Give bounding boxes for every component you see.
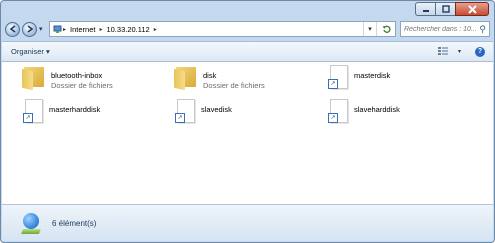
minimize-button[interactable]	[415, 2, 435, 16]
search-box[interactable]: ⚲	[400, 21, 490, 37]
view-dropdown[interactable]: ▾	[458, 48, 461, 55]
forward-button[interactable]	[22, 21, 37, 37]
breadcrumb-separator[interactable]: ▸	[99, 26, 102, 33]
shortcut-icon: ↗	[327, 65, 349, 91]
address-bar[interactable]: ▸ Internet ▸ 10.33.20.112 ▸ ▾	[49, 21, 396, 37]
folder-icon	[174, 65, 198, 91]
search-icon[interactable]: ⚲	[479, 24, 486, 35]
list-item[interactable]: bluetooth-inbox Dossier de fichiers	[22, 65, 113, 91]
back-arrow-icon	[9, 25, 15, 33]
folder-icon	[22, 65, 46, 91]
breadcrumb-separator[interactable]: ▸	[154, 26, 157, 33]
item-name: masterharddisk	[49, 105, 101, 114]
command-bar: Organiser ▾ ▾ ?	[2, 41, 493, 62]
explorer-window: ▾ ▸ Internet ▸ 10.33.20.112 ▸ ▾ ⚲ Organi…	[0, 0, 495, 243]
network-icon	[53, 25, 62, 33]
status-bar: 6 élément(s)	[2, 204, 493, 241]
breadcrumb-separator[interactable]: ▸	[63, 26, 66, 33]
maximize-icon	[441, 5, 450, 13]
list-item[interactable]: disk Dossier de fichiers	[174, 65, 265, 91]
recent-pages-dropdown[interactable]: ▾	[39, 25, 46, 33]
minimize-icon	[422, 10, 429, 12]
close-button[interactable]	[455, 2, 489, 16]
forward-arrow-icon	[27, 25, 33, 33]
breadcrumb-host[interactable]: 10.33.20.112	[106, 25, 149, 34]
item-name: slaveharddisk	[354, 105, 400, 114]
shortcut-icon: ↗	[174, 99, 196, 125]
view-options-icon	[437, 46, 448, 55]
help-icon: ?	[477, 48, 483, 55]
list-item[interactable]: ↗ masterdisk	[327, 65, 390, 91]
shortcut-icon: ↗	[327, 99, 349, 125]
maximize-button[interactable]	[435, 2, 455, 16]
list-item[interactable]: ↗ slaveharddisk	[327, 99, 400, 125]
item-name: disk	[203, 71, 217, 80]
refresh-icon	[382, 25, 391, 33]
list-item[interactable]: ↗ masterharddisk	[22, 99, 100, 125]
change-view-button[interactable]	[437, 46, 448, 57]
item-name: slavedisk	[201, 105, 232, 114]
help-button[interactable]: ?	[475, 46, 485, 57]
caption-buttons	[415, 2, 489, 16]
item-name: masterdisk	[354, 71, 391, 80]
shortcut-icon: ↗	[22, 99, 44, 125]
item-name: bluetooth-inbox	[51, 71, 103, 80]
back-button[interactable]	[5, 21, 20, 37]
search-input[interactable]	[404, 25, 480, 33]
item-type: Dossier de fichiers	[51, 81, 113, 90]
breadcrumb-internet[interactable]: Internet	[70, 25, 95, 34]
close-icon	[467, 4, 477, 14]
refresh-button[interactable]	[376, 22, 395, 36]
organise-button[interactable]: Organiser ▾	[7, 45, 54, 58]
file-list: bluetooth-inbox Dossier de fichiers disk…	[2, 62, 493, 206]
item-count: 6 élément(s)	[52, 218, 97, 228]
item-type: Dossier de fichiers	[203, 81, 265, 90]
address-history-dropdown[interactable]: ▾	[363, 22, 376, 36]
list-item[interactable]: ↗ slavedisk	[174, 99, 232, 125]
address-row: ▾ ▸ Internet ▸ 10.33.20.112 ▸ ▾ ⚲	[5, 20, 490, 38]
network-globe-icon	[20, 212, 42, 234]
